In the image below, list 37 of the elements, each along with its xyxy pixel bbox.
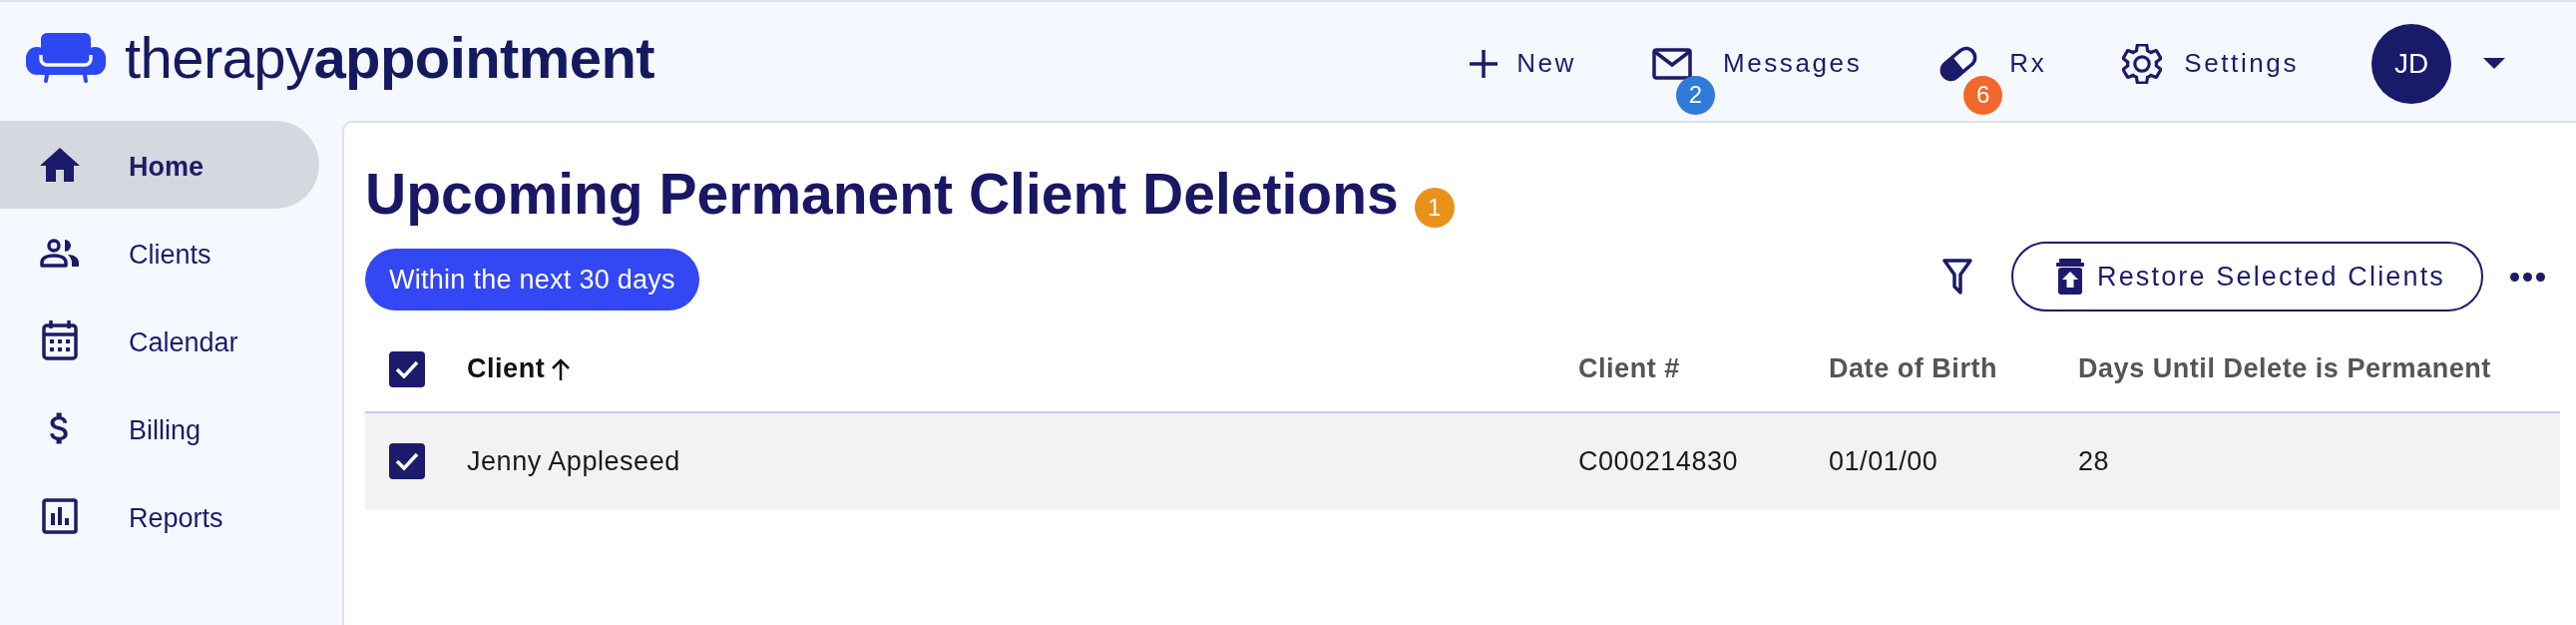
column-header: Days Until Delete is Permanent	[2078, 352, 2491, 386]
calendar-icon	[42, 320, 78, 360]
restore-button[interactable]: Restore Selected Clients	[2011, 242, 2483, 312]
settings-button[interactable]: Settings	[2122, 33, 2299, 94]
count-badge: 2	[1675, 75, 1715, 115]
envelope-icon	[1651, 47, 1692, 80]
column-header[interactable]: Client	[467, 348, 546, 389]
table-cell: 01/01/00	[1829, 445, 1938, 476]
count-badge: 6	[1963, 75, 2003, 115]
count-badge: 1	[1414, 188, 1455, 228]
couch-logo-icon	[26, 32, 106, 83]
column-header: Date of Birth	[1829, 352, 1998, 386]
sidebar-item[interactable]: Reports	[0, 472, 319, 560]
table-cell: C000214830	[1578, 445, 1739, 476]
people-icon	[40, 238, 80, 268]
new-button[interactable]: New	[1469, 33, 1576, 94]
trash-restore-icon	[2056, 259, 2084, 295]
bar-chart-icon	[42, 498, 78, 534]
sidebar-item[interactable]: Clients	[0, 209, 319, 297]
table-row[interactable]: Jenny Appleseed C000214830 01/01/00 28	[365, 413, 2560, 509]
gear-icon	[2122, 43, 2163, 84]
home-icon	[40, 147, 80, 183]
filter-icon[interactable]	[1942, 258, 1972, 296]
table-cell: Jenny Appleseed	[467, 445, 680, 476]
plus-icon	[1469, 48, 1500, 79]
sidebar-item[interactable]: Calendar	[0, 297, 319, 384]
date-range-chip[interactable]: Within the next 30 days	[365, 249, 699, 311]
caret-icon[interactable]	[2483, 58, 2505, 69]
column-header: Client #	[1578, 352, 1680, 386]
sidebar-item[interactable]: Home	[0, 121, 319, 209]
page-title: Upcoming Permanent Client Deletions	[365, 162, 1399, 226]
avatar-button[interactable]: JD	[2371, 23, 2451, 104]
table-cell: 28	[2078, 445, 2110, 476]
sidebar-item[interactable]: Billing	[0, 384, 319, 472]
more-icon[interactable]	[2510, 272, 2545, 282]
checkbox[interactable]	[389, 443, 425, 479]
checkbox[interactable]	[389, 350, 425, 387]
